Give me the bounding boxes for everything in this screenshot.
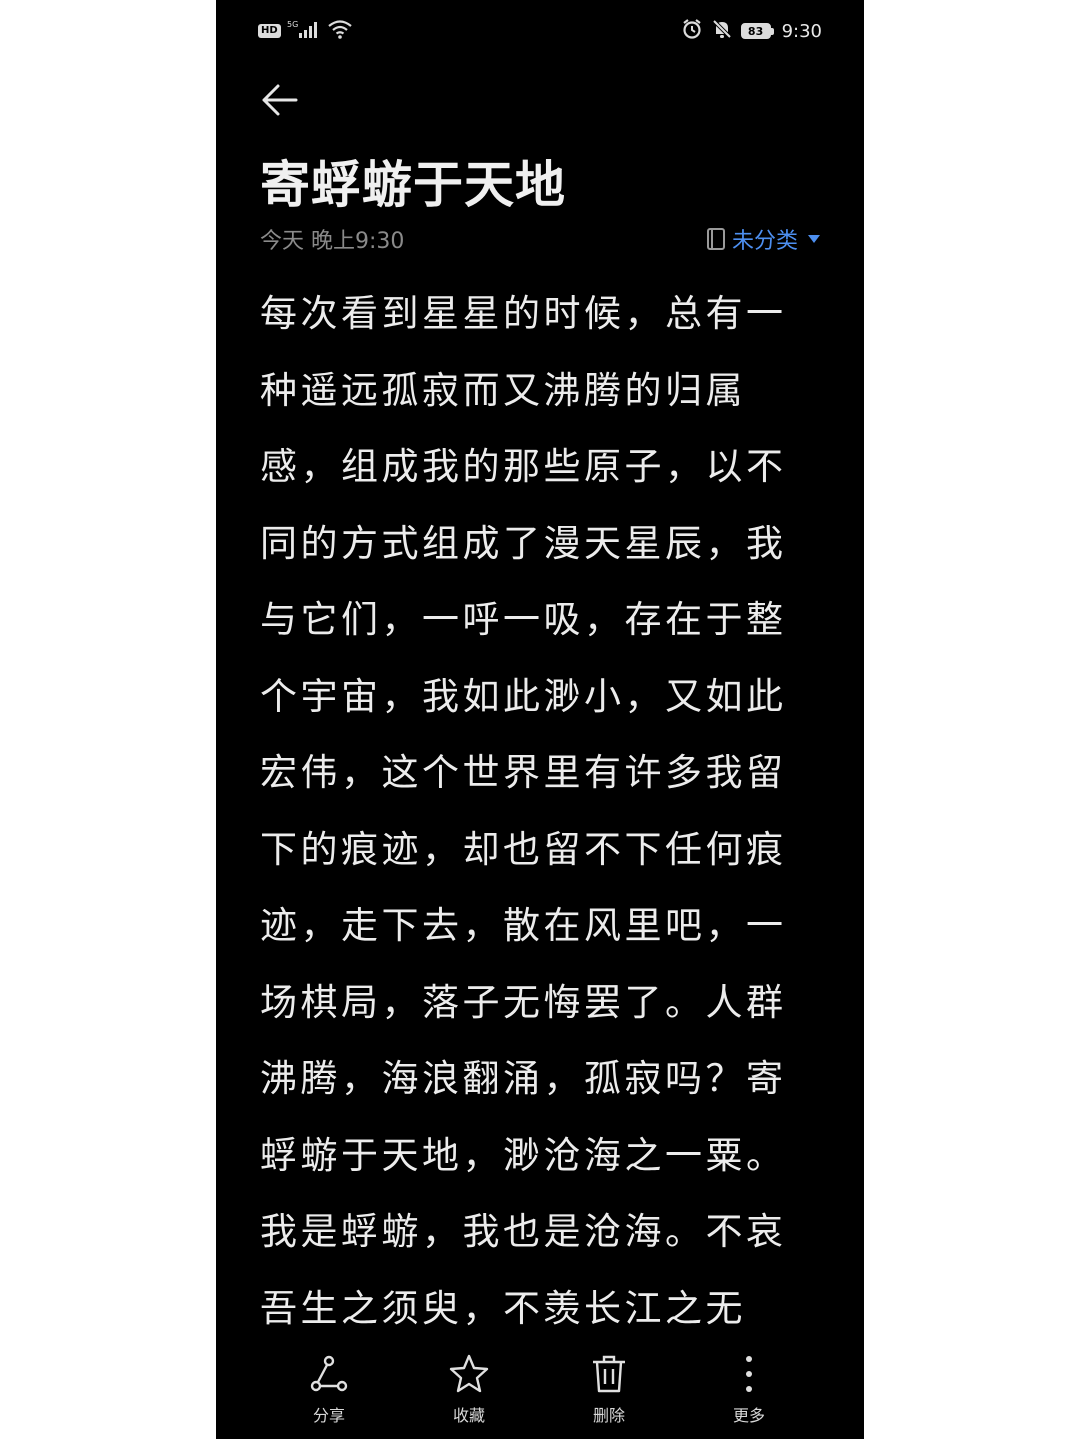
battery-icon: 83 [740, 23, 774, 39]
note-title[interactable]: 寄蜉蝣于天地 [260, 150, 566, 220]
status-right: 83 9:30 [681, 18, 822, 44]
share-button[interactable]: 分享 [284, 1352, 374, 1432]
body-line: 同的方式组成了漫天星辰，我 [260, 521, 787, 565]
battery-level: 83 [740, 23, 771, 39]
body-line: 迹，走下去，散在风里吧，一 [260, 904, 787, 947]
note-date: 今天 晚上9:30 [260, 229, 405, 254]
body-line: 感，组成我的那些原子，以不 [260, 445, 787, 488]
more-vertical-icon [746, 1356, 752, 1392]
note-screen: HD 5G 83 9:30 寄蜉蝣于天地 今天 晚上9:30 未分类 每次看到星… [216, 0, 864, 1439]
category-selector[interactable]: 未分类 [706, 223, 820, 255]
body-line: 吾生之须臾，不羡长江之无 [260, 1286, 746, 1330]
body-line: 与它们，一呼一吸，存在于整 [260, 598, 787, 641]
body-line: 沸腾，海浪翻涌，孤寂吗？寄 [260, 1057, 787, 1100]
body-line: 场棋局，落子无悔罢了。人群 [260, 980, 787, 1024]
back-arrow-icon [262, 84, 298, 116]
note-body[interactable]: 每次看到星星的时候，总有一 种遥远孤寂而又沸腾的归属 感，组成我的那些原子，以不… [260, 276, 820, 1347]
back-button[interactable] [258, 78, 302, 122]
notebook-icon [706, 228, 725, 250]
body-line: 种遥远孤寂而又沸腾的归属 [260, 368, 746, 412]
clock-time: 9:30 [781, 20, 822, 42]
star-icon [449, 1354, 489, 1393]
more-label: 更多 [732, 1406, 765, 1425]
status-bar: HD 5G 83 9:30 [216, 0, 864, 62]
body-line: 宏伟，这个世界里有许多我留 [260, 751, 787, 794]
body-line: 我是蜉蝣，我也是沧海。不哀 [260, 1210, 787, 1253]
alarm-icon [681, 18, 703, 45]
trash-icon [593, 1355, 625, 1393]
share-icon [310, 1355, 348, 1392]
more-button[interactable]: 更多 [704, 1352, 794, 1432]
delete-button[interactable]: 删除 [564, 1352, 654, 1432]
dropdown-caret-icon [808, 235, 820, 243]
status-left: HD 5G [258, 20, 353, 42]
category-label: 未分类 [731, 229, 798, 254]
body-line: 个宇宙，我如此渺小，又如此 [260, 674, 787, 718]
body-line: 蜉蝣于天地，渺沧海之一粟。 [260, 1133, 787, 1177]
note-meta: 今天 晚上9:30 未分类 [260, 222, 820, 256]
network-type-label: 5G [287, 20, 298, 29]
bottom-toolbar: 分享 收藏 删除 更多 [216, 1348, 864, 1439]
signal-icon: 5G [287, 19, 321, 43]
share-label: 分享 [312, 1406, 345, 1425]
wifi-icon [327, 19, 353, 43]
favorite-button[interactable]: 收藏 [424, 1352, 514, 1432]
body-line: 下的痕迹，却也留不下任何痕 [260, 827, 787, 871]
mute-bell-icon [711, 18, 733, 45]
body-line: 每次看到星星的时候，总有一 [260, 292, 787, 335]
delete-label: 删除 [592, 1406, 625, 1425]
favorite-label: 收藏 [452, 1406, 485, 1425]
hd-badge: HD [258, 24, 281, 38]
